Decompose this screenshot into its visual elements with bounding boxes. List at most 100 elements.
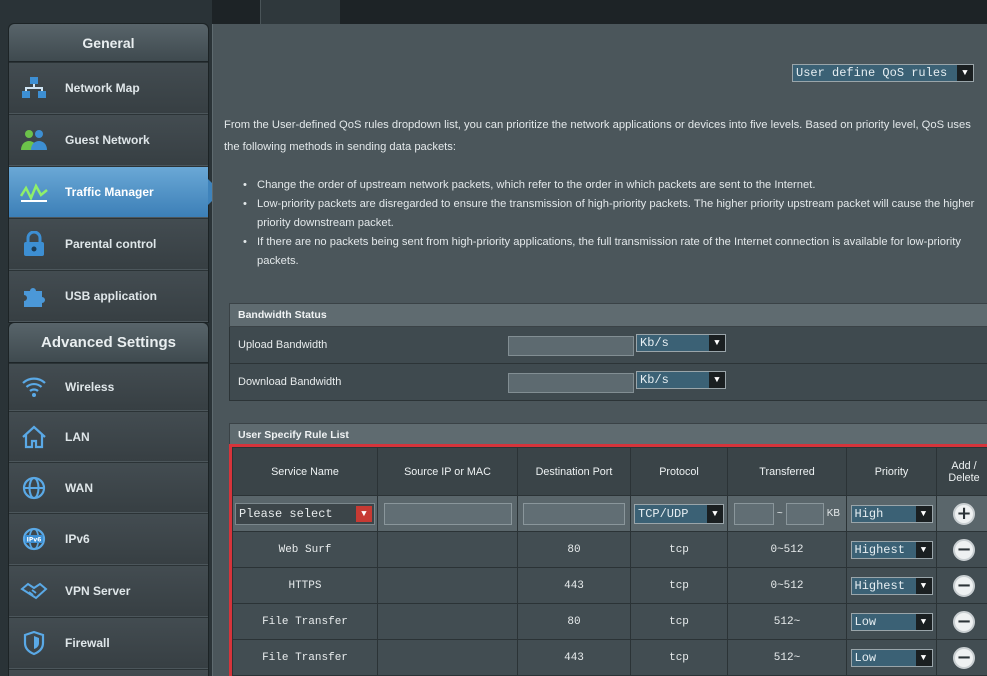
priority-cell: Highest ▼ bbox=[846, 531, 937, 568]
priority-select[interactable]: Low ▼ bbox=[850, 612, 933, 631]
rule-list-table-box: Service Name Source IP or MAC Destinatio… bbox=[229, 444, 987, 676]
transferred-max-input[interactable] bbox=[785, 502, 824, 525]
protocol-cell: TCP/UDP ▼ bbox=[630, 495, 728, 532]
sidebar-item-label: Network Map bbox=[65, 81, 140, 95]
source-cell bbox=[377, 603, 518, 640]
action-cell: − bbox=[936, 639, 987, 676]
sidebar-item-traffic-manager[interactable]: Traffic Manager bbox=[9, 166, 208, 218]
delete-rule-button[interactable]: − bbox=[953, 610, 975, 633]
transfer-unit: KB bbox=[826, 508, 841, 519]
sidebar-item-label: LAN bbox=[65, 429, 90, 444]
protocol-cell: tcp bbox=[630, 531, 728, 568]
service-name-select[interactable]: Please select ▼ bbox=[235, 502, 375, 525]
priority-select[interactable]: Highest ▼ bbox=[850, 540, 933, 559]
sidebar-item-wan[interactable]: WAN bbox=[9, 462, 208, 513]
priority-cell: Highest ▼ bbox=[846, 567, 937, 604]
delete-rule-button[interactable]: − bbox=[953, 538, 975, 561]
transferred-min-input[interactable] bbox=[733, 502, 774, 525]
priority-select[interactable]: Low ▼ bbox=[850, 648, 933, 667]
port-cell: 80 bbox=[517, 531, 631, 568]
sidebar-item-wireless[interactable]: Wireless bbox=[9, 363, 208, 411]
table-header-row: Service Name Source IP or MAC Destinatio… bbox=[232, 447, 987, 496]
transferred-cell: ~ KB bbox=[727, 495, 847, 532]
sidebar-item-partial[interactable] bbox=[9, 669, 208, 676]
guest-network-icon bbox=[19, 125, 49, 155]
chevron-down-icon: ▼ bbox=[709, 335, 725, 351]
list-item: Change the order of upstream network pac… bbox=[243, 176, 987, 195]
table-row: File Transfer 443 tcp 512~ Low ▼ − bbox=[232, 639, 987, 676]
sidebar-item-vpn-server[interactable]: VPN Server bbox=[9, 565, 208, 617]
sidebar-item-label: IPv6 bbox=[65, 532, 90, 546]
protocol-cell: tcp bbox=[630, 567, 728, 604]
bandwidth-status-title: Bandwidth Status bbox=[229, 303, 987, 327]
traffic-manager-icon bbox=[19, 177, 49, 207]
bandwidth-status-table: Bandwidth Status Upload Bandwidth Kb/s ▼… bbox=[229, 303, 987, 401]
protocol-select[interactable]: TCP/UDP ▼ bbox=[634, 503, 724, 524]
action-cell: + bbox=[936, 495, 987, 532]
sidebar-item-parental-control[interactable]: Parental control bbox=[9, 218, 208, 270]
sidebar-item-firewall[interactable]: Firewall bbox=[9, 617, 208, 669]
priority-select[interactable]: Highest ▼ bbox=[850, 576, 933, 595]
sidebar-item-lan[interactable]: LAN bbox=[9, 411, 208, 462]
source-ip-input[interactable] bbox=[383, 502, 512, 525]
transferred-cell: 0~512 bbox=[727, 531, 847, 568]
add-rule-button[interactable]: + bbox=[953, 502, 975, 525]
chevron-down-icon: ▼ bbox=[957, 65, 973, 81]
priority-value: Highest bbox=[854, 578, 905, 593]
globe-icon bbox=[19, 473, 49, 503]
sidebar-item-usb-application[interactable]: USB application bbox=[9, 270, 208, 322]
top-tab[interactable] bbox=[260, 0, 340, 24]
port-cell: 443 bbox=[517, 639, 631, 676]
qos-panel: User define QoS rules ▼ From the User-de… bbox=[212, 24, 987, 676]
chevron-down-icon: ▼ bbox=[915, 505, 932, 522]
protocol-cell: tcp bbox=[630, 639, 728, 676]
delete-rule-button[interactable]: − bbox=[953, 574, 975, 597]
service-cell: HTTPS bbox=[232, 567, 378, 604]
sidebar-item-label: Traffic Manager bbox=[65, 185, 154, 199]
delete-rule-button[interactable]: − bbox=[953, 646, 975, 669]
chevron-down-icon: ▼ bbox=[915, 613, 932, 630]
qos-mode-value: User define QoS rules bbox=[796, 66, 948, 80]
column-header: Priority bbox=[846, 447, 937, 496]
destination-port-input[interactable] bbox=[523, 502, 625, 525]
port-cell: 443 bbox=[517, 567, 631, 604]
service-cell: File Transfer bbox=[232, 639, 378, 676]
chevron-down-icon: ▼ bbox=[707, 504, 723, 523]
transferred-cell: 512~ bbox=[727, 603, 847, 640]
sidebar-item-guest-network[interactable]: Guest Network bbox=[9, 114, 208, 166]
column-header: Protocol bbox=[630, 447, 728, 496]
table-row: File Transfer 80 tcp 512~ Low ▼ − bbox=[232, 603, 987, 640]
table-row: Web Surf 80 tcp 0~512 Highest ▼ − bbox=[232, 531, 987, 568]
transferred-cell: 0~512 bbox=[727, 567, 847, 604]
sidebar-item-ipv6[interactable]: IPv6 IPv6 bbox=[9, 513, 208, 565]
top-bar bbox=[212, 0, 987, 24]
sidebar-item-label: Parental control bbox=[65, 237, 157, 251]
sidebar-item-network-map[interactable]: Network Map bbox=[9, 62, 208, 114]
service-cell: File Transfer bbox=[232, 603, 378, 640]
sidebar-item-label: Firewall bbox=[65, 636, 110, 650]
shield-icon bbox=[19, 628, 49, 658]
network-map-icon bbox=[19, 73, 49, 103]
column-header: Destination Port bbox=[517, 447, 631, 496]
puzzle-icon bbox=[19, 281, 49, 311]
qos-description: From the User-defined QoS rules dropdown… bbox=[224, 119, 971, 153]
priority-select[interactable]: High ▼ bbox=[850, 504, 933, 523]
qos-mode-dropdown[interactable]: User define QoS rules ▼ bbox=[792, 64, 974, 82]
home-icon bbox=[19, 422, 49, 452]
upload-bandwidth-input[interactable] bbox=[508, 336, 634, 356]
new-rule-row: Please select ▼ TCP/UDP ▼ ~ KB High ▼ + bbox=[232, 495, 987, 532]
svg-text:IPv6: IPv6 bbox=[27, 537, 42, 544]
chevron-down-icon: ▼ bbox=[915, 649, 932, 666]
chevron-down-icon: ▼ bbox=[709, 372, 725, 388]
ipv6-globe-icon: IPv6 bbox=[19, 524, 49, 554]
service-cell: Web Surf bbox=[232, 531, 378, 568]
priority-value: Low bbox=[854, 614, 877, 629]
download-unit-select[interactable]: Kb/s ▼ bbox=[636, 371, 726, 389]
protocol-cell: tcp bbox=[630, 603, 728, 640]
download-bandwidth-label: Download Bandwidth bbox=[238, 376, 342, 388]
service-select-value: Please select bbox=[239, 506, 333, 521]
chevron-down-icon: ▼ bbox=[915, 577, 932, 594]
upload-unit-select[interactable]: Kb/s ▼ bbox=[636, 334, 726, 352]
download-bandwidth-input[interactable] bbox=[508, 373, 634, 393]
upload-unit-value: Kb/s bbox=[640, 336, 669, 350]
